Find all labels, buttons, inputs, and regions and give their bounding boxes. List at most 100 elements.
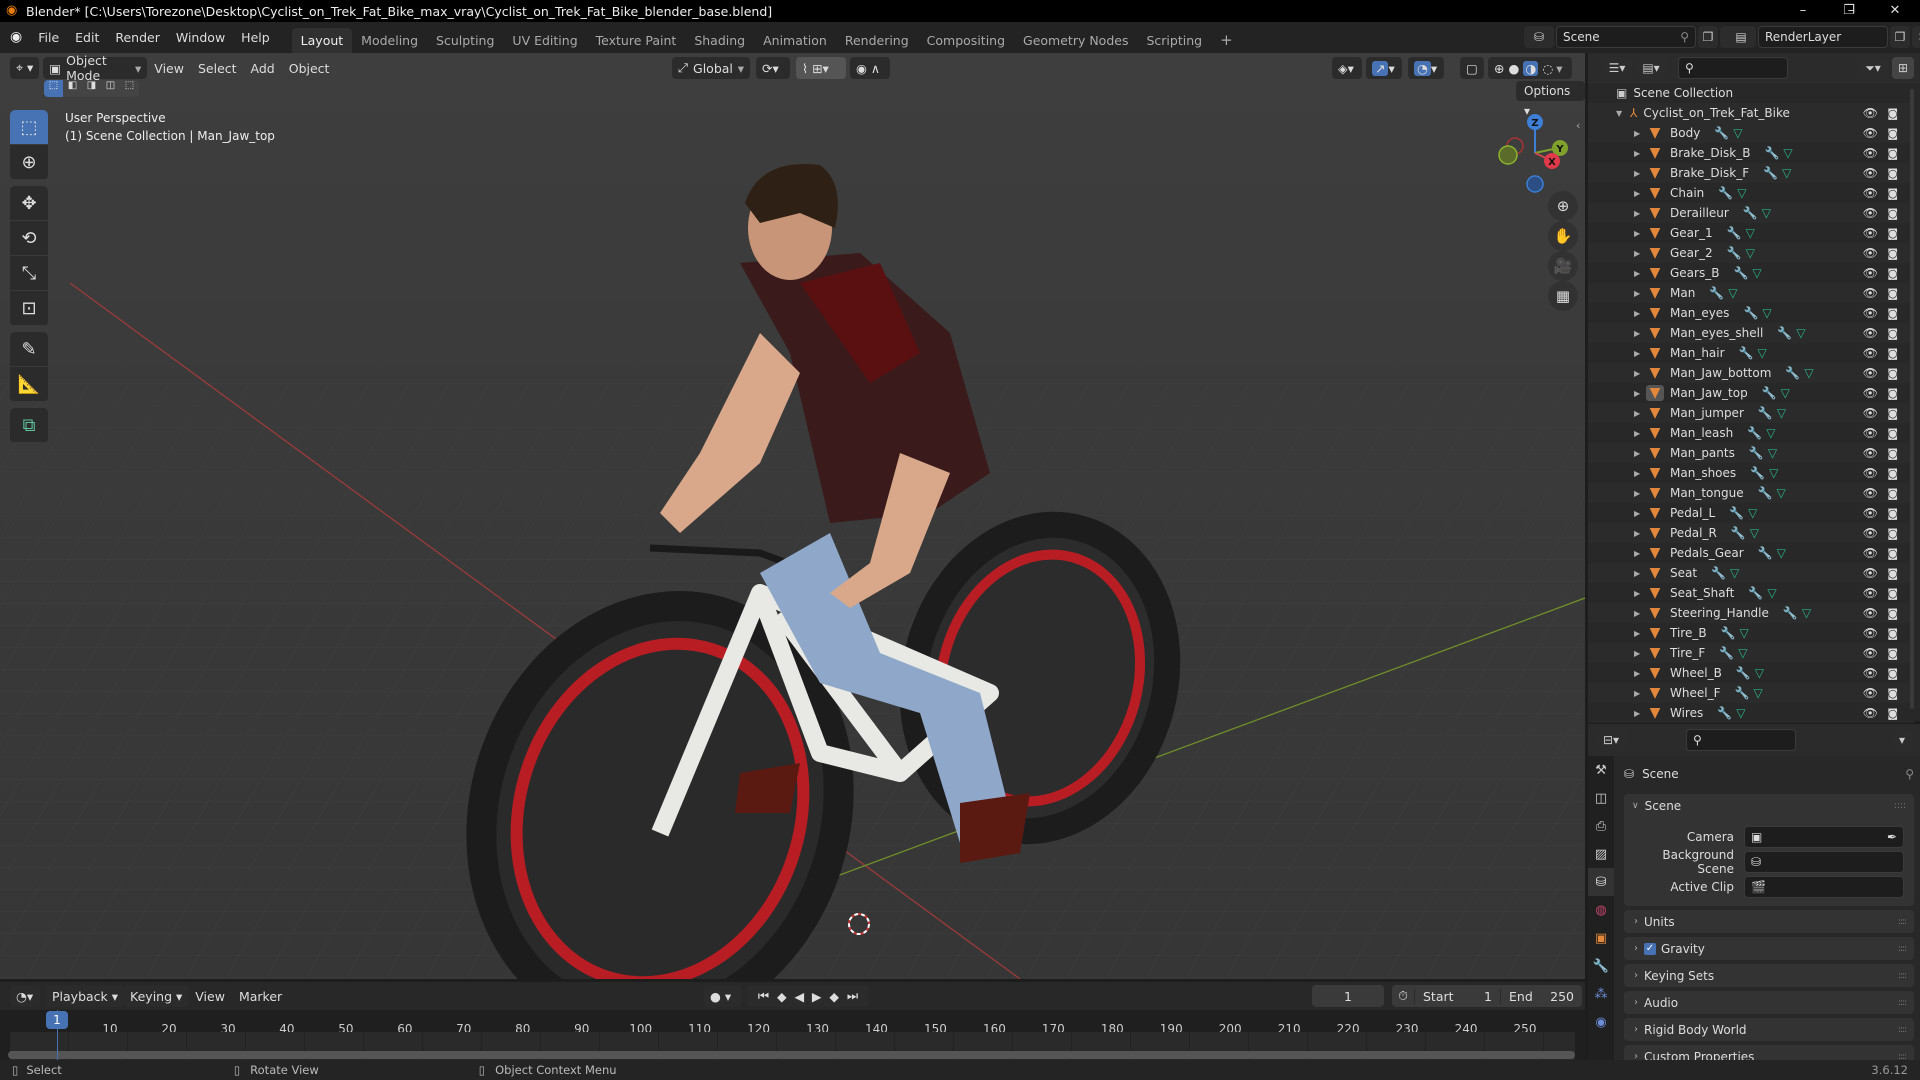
outliner-object-row[interactable]: ▶ ▼ Wheel_B 🔧 ▽ 👁 ◙: [1588, 663, 1914, 683]
drag-grip-icon[interactable]: ::::: [1898, 971, 1907, 981]
expand-arrow-icon[interactable]: ▶: [1634, 429, 1644, 438]
properties-panel-keying-sets[interactable]: › Keying Sets::::: [1624, 964, 1914, 987]
visibility-eye-icon[interactable]: 👁: [1863, 226, 1878, 240]
outliner-object-row[interactable]: ▶ ▼ Body 🔧 ▽ 👁 ◙: [1588, 123, 1914, 143]
render-camera-icon[interactable]: ◙: [1887, 207, 1898, 220]
mesh-data-icon[interactable]: ▽: [1777, 406, 1786, 420]
blender-menu-icon[interactable]: ◉: [0, 22, 30, 53]
solid-shading-icon[interactable]: ●: [1508, 61, 1519, 76]
view-layer-icon[interactable]: ▤: [1726, 26, 1756, 48]
mesh-data-icon[interactable]: ▽: [1758, 346, 1767, 360]
tab-scene-icon[interactable]: ⛁: [1588, 868, 1614, 896]
render-camera-icon[interactable]: ◙: [1887, 447, 1898, 460]
navigation-gizmo[interactable]: Z Y X: [1490, 108, 1580, 198]
outliner-object-row[interactable]: ▶ ▼ Tire_F 🔧 ▽ 👁 ◙: [1588, 643, 1914, 663]
modifier-wrench-icon[interactable]: 🔧: [1758, 546, 1773, 560]
outliner-object-row[interactable]: ▶ ▼ Man_hair 🔧 ▽ 👁 ◙: [1588, 343, 1914, 363]
visibility-eye-icon[interactable]: 👁: [1863, 466, 1878, 480]
timeline-view-menu[interactable]: View: [188, 989, 232, 1004]
properties-panel-rigid-body-world[interactable]: › Rigid Body World::::: [1624, 1018, 1914, 1041]
transform-orientation-selector[interactable]: ⤢ Global ▾: [672, 57, 750, 79]
expand-arrow-icon[interactable]: ▶: [1634, 149, 1644, 158]
drag-grip-icon[interactable]: ::::: [1898, 1025, 1907, 1035]
render-camera-icon[interactable]: ◙: [1887, 347, 1898, 360]
mesh-data-icon[interactable]: ▽: [1766, 426, 1775, 440]
render-camera-icon[interactable]: ◙: [1887, 367, 1898, 380]
scene-icon[interactable]: ⛁: [1524, 26, 1554, 48]
render-camera-icon[interactable]: ◙: [1887, 647, 1898, 660]
render-camera-icon[interactable]: ◙: [1887, 547, 1898, 560]
expand-arrow-icon[interactable]: ▶: [1634, 549, 1644, 558]
visibility-eye-icon[interactable]: 👁: [1863, 206, 1878, 220]
tab-modeling[interactable]: Modeling: [352, 28, 427, 53]
render-camera-icon[interactable]: ◙: [1887, 607, 1898, 620]
mesh-data-icon[interactable]: ▽: [1755, 666, 1764, 680]
play-reverse-icon[interactable]: ◀: [794, 989, 804, 1004]
render-camera-icon[interactable]: ◙: [1887, 167, 1898, 180]
camera-field[interactable]: ▣ ✒: [1744, 826, 1904, 848]
modifier-wrench-icon[interactable]: 🔧: [1709, 286, 1724, 300]
render-camera-icon[interactable]: ◙: [1887, 487, 1898, 500]
visibility-eye-icon[interactable]: 👁: [1863, 286, 1878, 300]
mesh-data-icon[interactable]: ▽: [1768, 446, 1777, 460]
menu-add[interactable]: Add: [244, 61, 282, 76]
next-keyframe-icon[interactable]: ◆: [829, 989, 839, 1004]
mesh-data-icon[interactable]: ▽: [1802, 606, 1811, 620]
modifier-wrench-icon[interactable]: 🔧: [1711, 566, 1726, 580]
expand-arrow-icon[interactable]: ▶: [1634, 289, 1644, 298]
render-camera-icon[interactable]: ◙: [1887, 107, 1898, 120]
modifier-wrench-icon[interactable]: 🔧: [1747, 426, 1762, 440]
menu-file[interactable]: File: [30, 22, 67, 53]
modifier-wrench-icon[interactable]: 🔧: [1783, 606, 1798, 620]
mesh-data-icon[interactable]: ▽: [1753, 686, 1762, 700]
visibility-eye-icon[interactable]: 👁: [1863, 266, 1878, 280]
menu-object[interactable]: Object: [282, 61, 337, 76]
menu-render[interactable]: Render: [107, 22, 168, 53]
modifier-wrench-icon[interactable]: 🔧: [1750, 466, 1765, 480]
visibility-eye-icon[interactable]: 👁: [1863, 666, 1878, 680]
scene-selector[interactable]: Scene ⚲: [1556, 26, 1696, 48]
render-camera-icon[interactable]: ◙: [1887, 267, 1898, 280]
expand-arrow-icon[interactable]: ▶: [1634, 209, 1644, 218]
tab-view-layer-icon[interactable]: ▨: [1588, 840, 1614, 868]
move-tool[interactable]: ✥: [10, 186, 48, 221]
visibility-eye-icon[interactable]: 👁: [1863, 426, 1878, 440]
mesh-data-icon[interactable]: ▽: [1737, 186, 1746, 200]
start-frame-field[interactable]: Start 1: [1414, 988, 1500, 1004]
visibility-eye-icon[interactable]: 👁: [1863, 326, 1878, 340]
modifier-wrench-icon[interactable]: 🔧: [1749, 446, 1764, 460]
expand-arrow-icon[interactable]: ▶: [1634, 269, 1644, 278]
render-camera-icon[interactable]: ◙: [1887, 307, 1898, 320]
outliner-object-row[interactable]: ▶ ▼ Gear_2 🔧 ▽ 👁 ◙: [1588, 243, 1914, 263]
modifier-wrench-icon[interactable]: 🔧: [1758, 406, 1773, 420]
tab-rendering[interactable]: Rendering: [836, 28, 918, 53]
mesh-data-icon[interactable]: ▽: [1769, 466, 1778, 480]
outliner-object-row[interactable]: ▶ ▼ Steering_Handle 🔧 ▽ 👁 ◙: [1588, 603, 1914, 623]
jump-start-icon[interactable]: ⏮: [758, 988, 769, 1004]
outliner-object-row[interactable]: ▶ ▼ Wheel_F 🔧 ▽ 👁 ◙: [1588, 683, 1914, 703]
modifier-wrench-icon[interactable]: 🔧: [1733, 266, 1748, 280]
transform-tool[interactable]: ⊡: [10, 291, 48, 326]
3d-viewport[interactable]: ⌖ ▾ ▣ Object Mode ▾ View Select Add Obje…: [0, 53, 1585, 979]
visibility-eye-icon[interactable]: 👁: [1863, 446, 1878, 460]
render-camera-icon[interactable]: ◙: [1887, 687, 1898, 700]
outliner-object-row[interactable]: ▶ ▼ Brake_Disk_F 🔧 ▽ 👁 ◙: [1588, 163, 1914, 183]
render-camera-icon[interactable]: ◙: [1887, 507, 1898, 520]
modifier-wrench-icon[interactable]: 🔧: [1764, 146, 1779, 160]
prev-keyframe-icon[interactable]: ◆: [777, 989, 787, 1004]
outliner-object-row[interactable]: ▶ ▼ Pedal_L 🔧 ▽ 👁 ◙: [1588, 503, 1914, 523]
mesh-data-icon[interactable]: ▽: [1746, 226, 1755, 240]
delete-view-layer-button[interactable]: ✕: [1912, 26, 1920, 48]
outliner-object-row[interactable]: ▶ ▼ Man_Jaw_bottom 🔧 ▽ 👁 ◙: [1588, 363, 1914, 383]
active-clip-field[interactable]: 🎬: [1744, 876, 1904, 898]
expand-arrow-icon[interactable]: ▶: [1634, 569, 1644, 578]
render-camera-icon[interactable]: ◙: [1887, 127, 1898, 140]
outliner-object-row[interactable]: ▶ ▼ Man_eyes 🔧 ▽ 👁 ◙: [1588, 303, 1914, 323]
annotate-tool[interactable]: ✎: [10, 332, 48, 367]
mesh-data-icon[interactable]: ▽: [1746, 246, 1755, 260]
outliner-object-row[interactable]: ▶ ▼ Man 🔧 ▽ 👁 ◙: [1588, 283, 1914, 303]
outliner-object-row[interactable]: ▶ ▼ Derailleur 🔧 ▽ 👁 ◙: [1588, 203, 1914, 223]
menu-select[interactable]: Select: [191, 61, 244, 76]
expand-arrow-icon[interactable]: ▶: [1634, 649, 1644, 658]
pin-icon[interactable]: ⚲: [1905, 767, 1914, 781]
